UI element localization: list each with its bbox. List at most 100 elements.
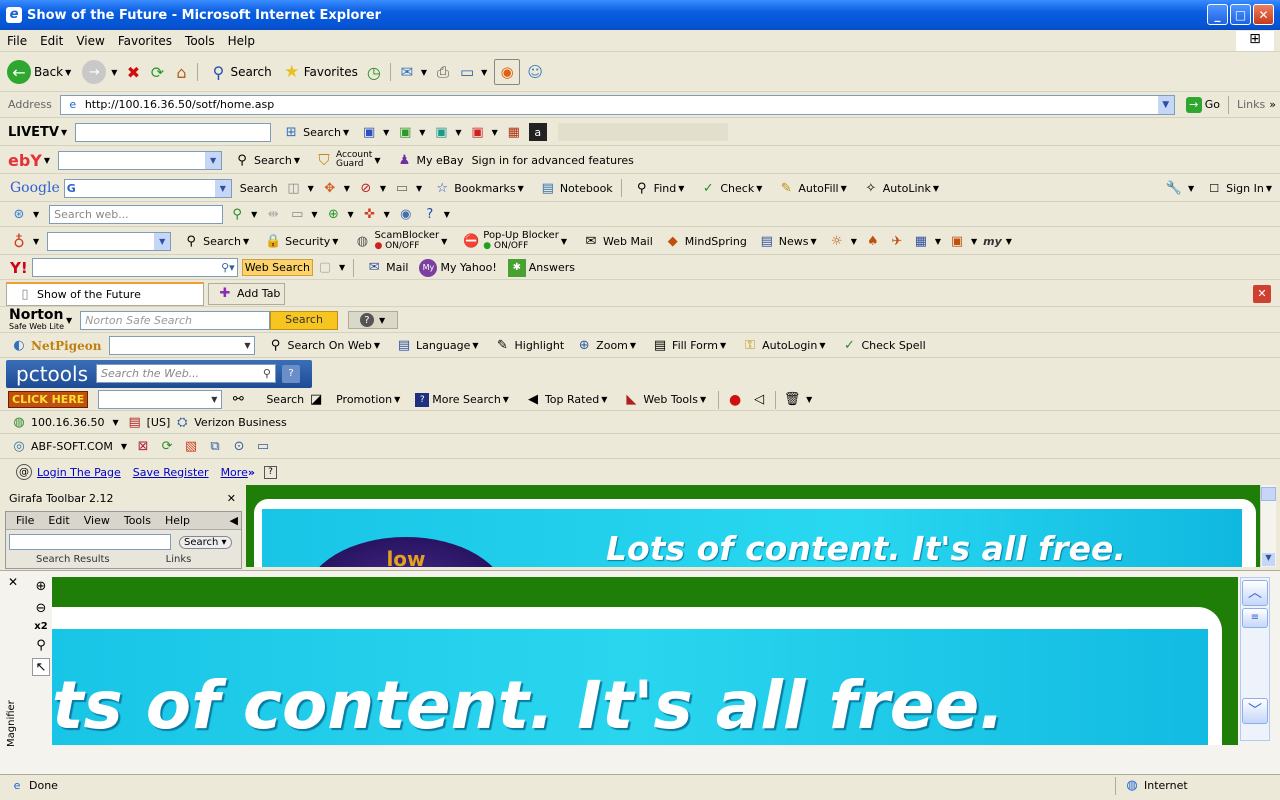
ebay-search-input[interactable]: ▼ <box>58 150 223 170</box>
abf-tool2-icon[interactable]: ⟳ <box>158 438 176 456</box>
msn-form-icon[interactable]: ▭ <box>288 206 306 224</box>
zoom-button[interactable]: ⊕ Zoom ▼ <box>572 337 640 355</box>
find-button[interactable]: ⚲ Find ▼ <box>630 179 689 197</box>
back-button[interactable]: ← Back ▼ <box>4 60 75 84</box>
amazon-icon[interactable]: a <box>528 123 547 141</box>
monitor-teal-icon[interactable]: ▣ <box>432 123 450 141</box>
girafa-menu-help[interactable]: Help <box>165 514 190 527</box>
tv-icon[interactable]: ▣ <box>360 123 378 141</box>
check-button[interactable]: ✓ Check ▼ <box>696 179 766 197</box>
scroll-thumb[interactable]: ≡ <box>1242 608 1268 628</box>
tools-icon[interactable]: ▦ <box>912 232 930 250</box>
pctools-search-input[interactable]: Search the Web... ⚲ <box>95 364 276 383</box>
scamblocker-button[interactable]: ◍ ScamBlocker ● ON/OFF ▼ <box>350 231 451 252</box>
login-page-link[interactable]: Login The Page <box>37 466 121 479</box>
abf-tool4-icon[interactable]: ⧉ <box>206 438 224 456</box>
chevron-right-icon[interactable]: » <box>1269 98 1276 111</box>
menu-favorites[interactable]: Favorites <box>118 34 172 48</box>
monitor-red-icon[interactable]: ▣ <box>469 123 487 141</box>
msn-action-icon[interactable]: ⇹ <box>264 206 282 224</box>
norton-help-button[interactable]: ? ▼ <box>347 311 399 329</box>
account-guard-button[interactable]: ⛉ Account Guard ▼ <box>312 151 385 170</box>
promotion-button[interactable]: Promotion ▼ <box>336 393 404 406</box>
edit-icon[interactable]: ▭ <box>458 63 476 81</box>
print-icon[interactable]: ⎙ <box>434 63 452 81</box>
notebook-button[interactable]: ▤ Notebook <box>536 179 613 197</box>
ip-address[interactable]: 100.16.36.50 <box>31 416 104 429</box>
favorites-button[interactable]: ★ Favorites <box>280 62 358 82</box>
wrench-icon[interactable]: 🔧 <box>1165 179 1183 197</box>
top-rated-button[interactable]: ◀ Top Rated ▼ <box>521 391 611 409</box>
record-icon[interactable]: ● <box>726 391 744 409</box>
highlight-button[interactable]: ✎ Highlight <box>491 337 564 355</box>
girafa-tab-search-results[interactable]: Search Results <box>36 554 110 562</box>
close-tab-icon[interactable]: ✕ <box>1253 284 1271 303</box>
history-icon[interactable]: ◷ <box>365 63 383 82</box>
language-button[interactable]: ▤ Language ▼ <box>392 337 482 355</box>
girafa-menu-tools[interactable]: Tools <box>124 514 151 527</box>
web-search-button[interactable]: Web Search <box>241 259 313 276</box>
norton-search-input[interactable]: Norton Safe Search <box>80 310 271 330</box>
cursor-icon[interactable]: ↖ <box>32 658 50 676</box>
address-field[interactable]: e http://100.16.36.50/sotf/home.asp ▼ <box>59 94 1175 115</box>
earthlink-search-input[interactable]: ▼ <box>47 231 172 251</box>
girafa-search-input[interactable] <box>9 534 171 550</box>
save-register-link[interactable]: Save Register <box>133 466 209 479</box>
highlight-icon[interactable]: ▭ <box>393 179 411 197</box>
shopping-icon[interactable]: ▣ <box>948 232 966 250</box>
search-button[interactable]: ⚲ Search <box>206 63 272 82</box>
scroll-up-icon[interactable]: ︿ <box>1242 580 1268 606</box>
abf-tool5-icon[interactable]: ⊙ <box>230 438 248 456</box>
autolink-button[interactable]: ✧ AutoLink ▼ <box>859 179 943 197</box>
mail-icon[interactable]: ✉ <box>398 63 416 81</box>
yahoo-search-input[interactable]: ⚲▾ <box>31 258 238 277</box>
zoom-out-icon[interactable]: ⊖ <box>32 599 50 617</box>
triangle-left-icon[interactable]: ◀ <box>230 514 238 527</box>
menu-file[interactable]: File <box>7 34 27 48</box>
answers-button[interactable]: ✱ Answers <box>505 258 575 277</box>
maximize-button[interactable]: □ <box>1230 4 1251 25</box>
address-dropdown[interactable]: ▼ <box>1157 95 1174 114</box>
web-tools-button[interactable]: ◣ Web Tools ▼ <box>619 391 710 409</box>
minimize-button[interactable]: _ <box>1207 4 1228 25</box>
yahoo-mail-button[interactable]: ✉ Mail <box>362 259 409 277</box>
magnifier-close-icon[interactable]: ✕ <box>8 575 18 589</box>
zoom-in-icon[interactable]: ⊕ <box>32 577 50 595</box>
autologin-button[interactable]: ⚿ AutoLogin ▼ <box>738 337 829 355</box>
clickhere-search-input[interactable]: ▼ <box>98 390 223 409</box>
clickhere-search-button[interactable]: Search ◪ <box>266 391 328 409</box>
google-search-button[interactable]: Search <box>240 182 278 195</box>
add-tab-button[interactable]: ✚ Add Tab <box>208 282 286 305</box>
msn-highlight-icon[interactable]: ◉ <box>397 206 415 224</box>
calculator-icon[interactable]: ▦ <box>505 123 523 141</box>
my-earthlink-button[interactable]: my <box>983 235 1002 248</box>
menu-edit[interactable]: Edit <box>40 34 63 48</box>
links-label[interactable]: Links <box>1237 98 1265 111</box>
girafa-menu-edit[interactable]: Edit <box>48 514 69 527</box>
help-icon[interactable]: ? <box>281 364 300 383</box>
msn-windows-icon[interactable]: ✜ <box>361 206 379 224</box>
security-button[interactable]: 🔒 Security ▼ <box>261 232 342 250</box>
menu-tools[interactable]: Tools <box>185 34 215 48</box>
ebay-search-button[interactable]: ⚲ Search ▼ <box>230 151 304 169</box>
msn-search-input[interactable]: Search web... <box>49 205 224 224</box>
google-sign-in-button[interactable]: ☐ Sign In ▼ <box>1202 179 1276 197</box>
ebay-sign-in-link[interactable]: Sign in for advanced features <box>472 154 634 167</box>
google-search-input[interactable]: G ▼ <box>63 178 232 198</box>
girafa-menu-file[interactable]: File <box>16 514 34 527</box>
games-icon[interactable]: ♠ <box>864 232 882 250</box>
livetv-search-input[interactable] <box>75 122 272 142</box>
clickhere-logo[interactable]: CLICK HERE <box>8 391 89 408</box>
menu-help[interactable]: Help <box>228 34 255 48</box>
msn-search-icon[interactable]: ⚲ <box>228 206 246 224</box>
abf-tool6-icon[interactable]: ▭ <box>254 438 272 456</box>
popup-blocker-button[interactable]: ⛔ Pop-Up Blocker ● ON/OFF ▼ <box>459 231 571 252</box>
menu-view[interactable]: View <box>76 34 104 48</box>
popup-blocked-icon[interactable]: ⊘ <box>357 179 375 197</box>
magnifier-scrollbar[interactable]: ︿ ≡ ﹀ <box>1240 577 1270 741</box>
girafa-close-icon[interactable]: ✕ <box>227 492 236 505</box>
girafa-search-button[interactable]: Search ▾ <box>179 535 232 549</box>
help-icon[interactable]: ? <box>421 206 439 224</box>
news-button[interactable]: ▤ News ▼ <box>755 232 821 250</box>
norton-search-button[interactable]: Search <box>270 310 338 330</box>
